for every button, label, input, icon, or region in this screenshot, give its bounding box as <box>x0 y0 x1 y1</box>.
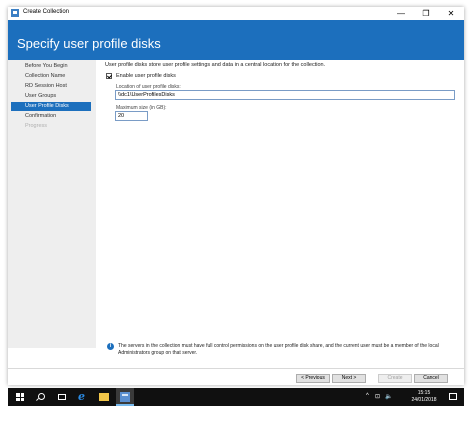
nav-item-rd-session-host[interactable]: RD Session Host <box>11 82 91 91</box>
info-text: The servers in the collection must have … <box>118 343 439 356</box>
enable-upd-checkbox[interactable] <box>106 73 112 79</box>
server-manager-icon[interactable] <box>116 388 134 406</box>
nav-item-user-groups[interactable]: User Groups <box>11 92 91 101</box>
title-bar[interactable]: Create Collection — ❐ ✕ <box>8 7 464 20</box>
max-size-input[interactable]: 20 <box>115 111 148 121</box>
create-collection-window: Create Collection — ❐ ✕ Specify user pro… <box>8 7 464 385</box>
minimize-button[interactable]: — <box>392 7 410 20</box>
page-header: Specify user profile disks <box>8 20 464 60</box>
maximize-button[interactable]: ❐ <box>417 7 435 20</box>
description-text: User profile disks store user profile se… <box>105 62 326 68</box>
content-pane: User profile disks store user profile se… <box>96 60 464 356</box>
app-icon <box>11 9 19 17</box>
tray-overflow-icon[interactable]: ^ <box>366 393 369 399</box>
enable-upd-label[interactable]: Enable user profile disks <box>116 73 176 79</box>
previous-button[interactable]: < Previous <box>296 374 330 383</box>
nav-item-confirmation[interactable]: Confirmation <box>11 112 91 121</box>
file-explorer-icon[interactable] <box>95 388 113 406</box>
location-input[interactable]: \\dc1\UserProfilesDisks <box>115 90 455 100</box>
network-icon[interactable]: ⊡ <box>375 393 380 400</box>
nav-item-user-profile-disks[interactable]: User Profile Disks <box>11 102 91 111</box>
window-title: Create Collection <box>23 9 70 15</box>
clock-time: 15:15 <box>417 390 431 396</box>
search-icon[interactable] <box>32 388 50 406</box>
clock[interactable]: 15:15 24/01/2018 <box>404 390 444 404</box>
create-button: Create <box>378 374 412 383</box>
next-button[interactable]: Next > <box>332 374 366 383</box>
info-icon: i <box>107 343 114 350</box>
wizard-nav: Before You Begin Collection Name RD Sess… <box>8 60 96 348</box>
windows-start-icon[interactable] <box>11 388 29 406</box>
nav-item-before-you-begin[interactable]: Before You Begin <box>11 62 91 71</box>
nav-item-collection-name[interactable]: Collection Name <box>11 72 91 81</box>
nav-item-progress: Progress <box>25 123 48 129</box>
volume-icon[interactable]: 🔈 <box>385 393 392 400</box>
close-button[interactable]: ✕ <box>442 7 460 20</box>
footer-divider <box>8 368 464 369</box>
taskbar: e ^ ⊡ 🔈 15:15 24/01/2018 <box>8 388 464 406</box>
page-title: Specify user profile disks <box>17 36 161 51</box>
clock-date: 24/01/2018 <box>411 397 437 403</box>
notification-icon[interactable] <box>449 393 457 400</box>
internet-explorer-icon[interactable]: e <box>74 388 92 406</box>
task-view-icon[interactable] <box>53 388 71 406</box>
cancel-button[interactable]: Cancel <box>414 374 448 383</box>
